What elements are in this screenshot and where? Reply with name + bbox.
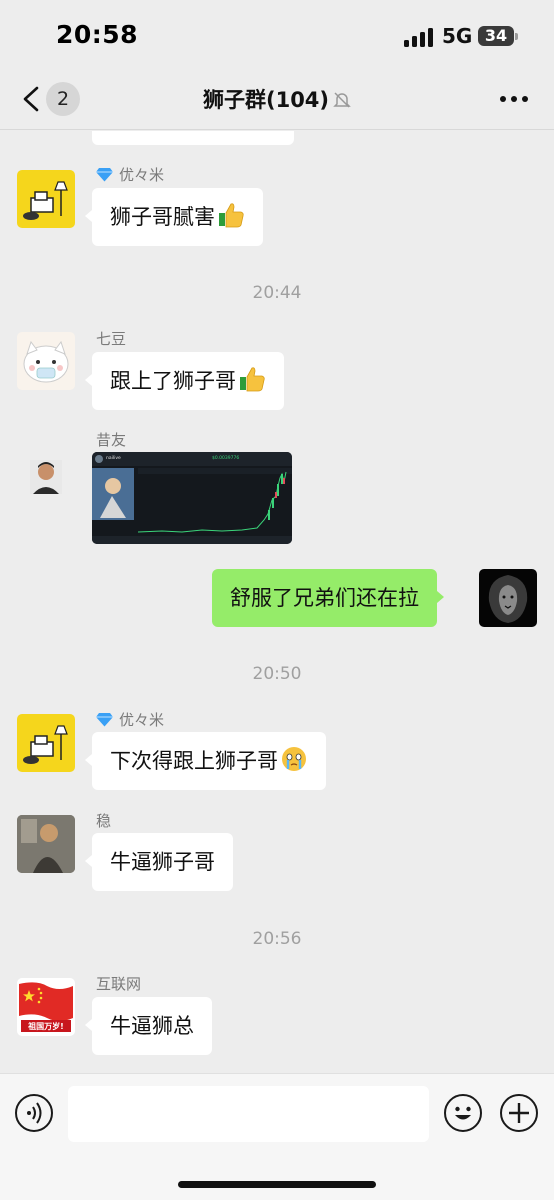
sender-name: 优々米 [96,709,164,730]
avatar[interactable] [17,714,75,772]
thumbs-up-icon [240,367,265,392]
chat-header: 2 狮子群(104) [0,70,554,130]
status-time: 20:58 [56,20,139,49]
home-indicator [178,1181,376,1188]
avatar-slogan: 祖国万岁! [27,1021,64,1031]
message-bubble[interactable]: 下次得跟上狮子哥 [85,732,326,790]
ticker-text: nailive [106,455,121,461]
image-message[interactable]: nailive $0.0039776 [92,452,292,544]
avatar[interactable] [17,446,75,504]
previous-message-bubble [92,131,294,145]
crying-face-icon [282,747,306,771]
more-options-button[interactable] [496,88,532,108]
signal-icon [404,27,434,47]
sender-name: 互联网 [96,975,142,993]
self-avatar[interactable] [479,569,537,627]
sender-name: 七豆 [96,330,127,348]
message-bubble[interactable]: 狮子哥腻害 [85,188,263,246]
avatar[interactable] [17,332,75,390]
gem-icon [96,713,113,727]
chat-title: 狮子群(104) [0,84,554,114]
battery-level: 34 [484,26,508,45]
mute-bell-icon [333,92,351,108]
message-bubble[interactable]: 跟上了狮子哥 [85,352,284,410]
timestamp: 20:44 [252,283,302,303]
timestamp: 20:56 [252,929,302,949]
trading-chart-image: nailive $0.0039776 [92,452,292,544]
message-bubble[interactable]: 牛逼狮子哥 [85,833,233,891]
timestamp: 20:50 [252,664,302,684]
thumbs-up-icon [219,203,244,228]
sender-name: 稳 [96,812,112,830]
status-bar: 20:58 5G 34 [0,0,554,70]
avatar[interactable]: 祖国万岁! [17,978,75,1036]
message-bubble[interactable]: 牛逼狮总 [85,997,212,1055]
cat-avatar-icon [23,340,69,383]
plus-icon[interactable] [500,1094,538,1132]
person-avatar-icon [30,460,62,494]
message-bubble[interactable]: 舒服了兄弟们还在拉 [212,569,444,627]
avatar[interactable] [17,815,75,873]
group-name: 狮子群(104) [202,88,330,112]
emoji-icon[interactable] [444,1094,482,1132]
lion-avatar-icon [488,575,528,623]
message-input[interactable] [68,1086,429,1142]
person-avatar-icon [17,815,75,873]
voice-icon[interactable] [15,1094,53,1132]
china-flag-avatar-icon: 祖国万岁! [19,982,73,1032]
sender-name: 昔友 [96,431,127,449]
avatar[interactable] [17,170,75,228]
desk-lamp-avatar-icon [23,725,68,764]
network-type: 5G [442,24,473,48]
battery-icon: 34 [478,26,518,46]
price-text: $0.0039776 [212,455,239,461]
gem-icon [96,168,113,182]
sender-name: 优々米 [96,164,164,185]
desk-lamp-avatar-icon [23,181,68,220]
message-list[interactable]: 优々米 狮子哥腻害 20:44 七豆 跟上了狮子哥 昔友 nailive $0.… [0,131,554,1073]
